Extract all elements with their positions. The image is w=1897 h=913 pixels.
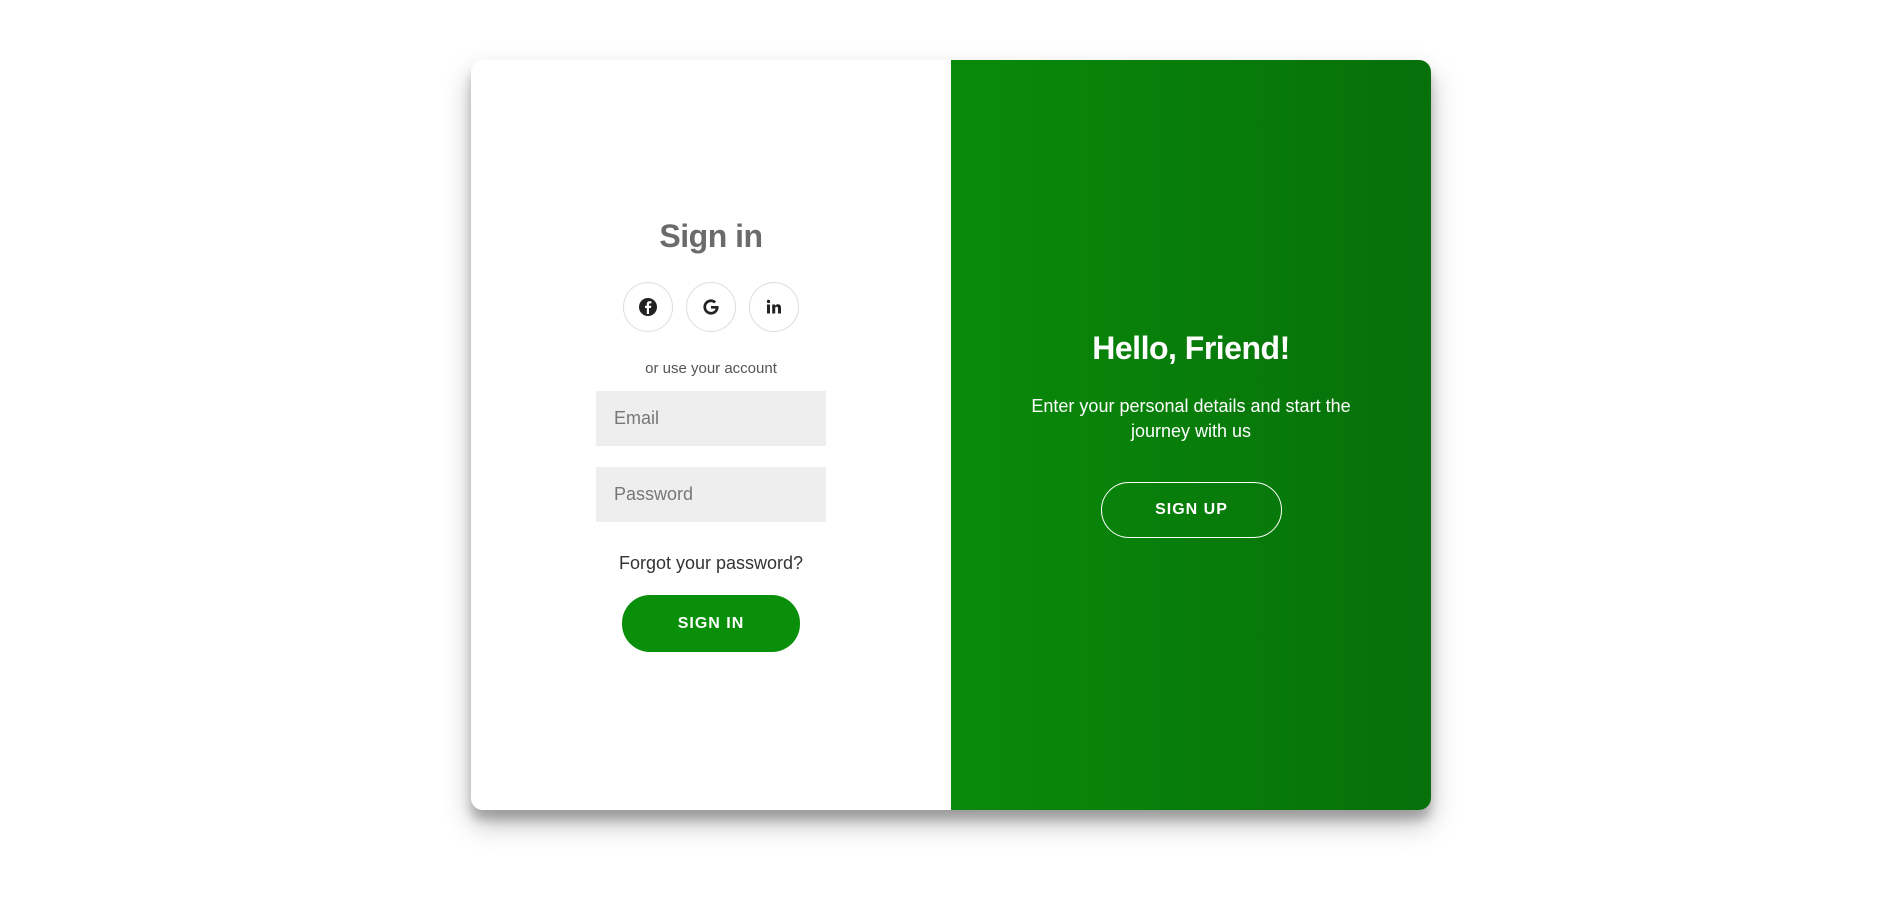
welcome-text: Enter your personal details and start th… xyxy=(1031,396,1351,441)
sign-in-button[interactable]: SIGN IN xyxy=(622,595,800,652)
social-login-group xyxy=(623,282,799,332)
email-field[interactable] xyxy=(596,391,826,446)
facebook-icon xyxy=(639,298,657,316)
linkedin-login-button[interactable] xyxy=(749,282,799,332)
sign-in-title: Sign in xyxy=(659,218,763,254)
google-icon xyxy=(703,299,719,315)
sign-up-button[interactable]: SIGN UP xyxy=(1101,482,1282,538)
facebook-login-button[interactable] xyxy=(623,282,673,332)
divider-text: or use your account xyxy=(645,360,777,377)
forgot-password-link[interactable]: Forgot your password? xyxy=(471,553,951,574)
auth-card: Sign in or use your account Email Forgot… xyxy=(471,60,1431,810)
linkedin-icon xyxy=(766,299,781,314)
google-login-button[interactable] xyxy=(686,282,736,332)
welcome-panel: Hello, Friend! Enter your personal detai… xyxy=(951,60,1431,810)
password-field[interactable] xyxy=(596,467,826,522)
welcome-title: Hello, Friend! xyxy=(1092,330,1290,366)
sign-in-panel: Sign in or use your account Email Forgot… xyxy=(471,60,951,810)
